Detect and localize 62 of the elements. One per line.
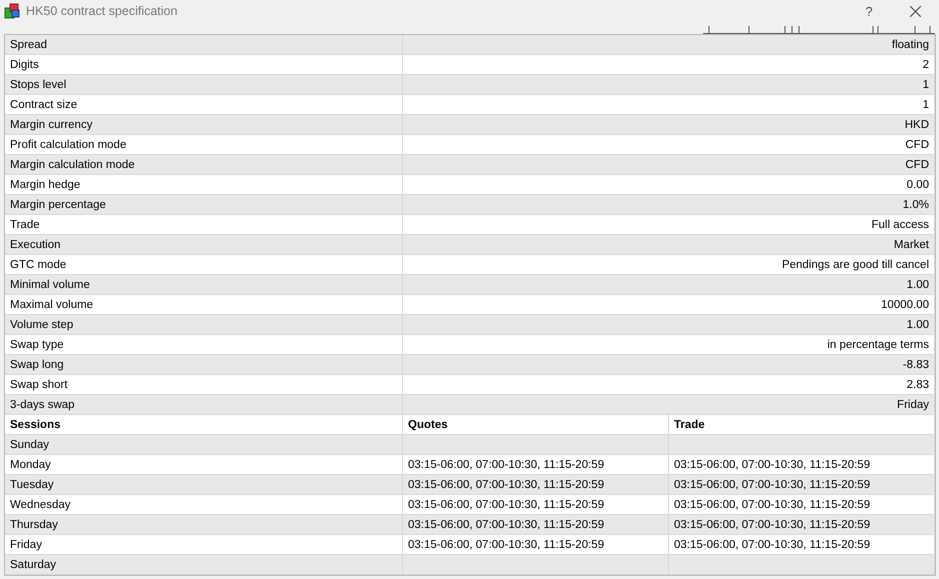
column-header: Trade: [669, 415, 935, 435]
property-value: floating: [403, 35, 935, 55]
property-value: 0.00: [403, 175, 935, 195]
quotes-cell: 03:15-06:00, 07:00-10:30, 11:15-20:59: [403, 455, 669, 475]
property-value: -8.83: [403, 355, 935, 375]
trade-cell: 03:15-06:00, 07:00-10:30, 11:15-20:59: [669, 495, 935, 515]
property-value: Friday: [403, 395, 935, 415]
day-cell: Thursday: [5, 515, 403, 535]
property-name: Contract size: [5, 95, 403, 115]
trade-cell: 03:15-06:00, 07:00-10:30, 11:15-20:59: [669, 475, 935, 495]
property-value: 1.0%: [403, 195, 935, 215]
trade-cell: 03:15-06:00, 07:00-10:30, 11:15-20:59: [669, 455, 935, 475]
property-value: Market: [403, 235, 935, 255]
property-name: Digits: [5, 55, 403, 75]
property-name: Maximal volume: [5, 295, 403, 315]
property-name: Swap short: [5, 375, 403, 395]
property-value: Pendings are good till cancel: [403, 255, 935, 275]
quotes-cell: 03:15-06:00, 07:00-10:30, 11:15-20:59: [403, 515, 669, 535]
window-title: HK50 contract specification: [26, 4, 178, 18]
property-name: Margin percentage: [5, 195, 403, 215]
property-name: Execution: [5, 235, 403, 255]
property-name: Margin hedge: [5, 175, 403, 195]
property-value: Full access: [403, 215, 935, 235]
day-cell: Sunday: [5, 435, 403, 455]
property-value: 1.00: [403, 315, 935, 335]
day-cell: Wednesday: [5, 495, 403, 515]
property-value: 1.00: [403, 275, 935, 295]
property-value: 2.83: [403, 375, 935, 395]
property-value: in percentage terms: [403, 335, 935, 355]
property-value: 1: [403, 75, 935, 95]
property-value: CFD: [403, 135, 935, 155]
column-header: Sessions: [5, 415, 403, 435]
property-name: Margin calculation mode: [5, 155, 403, 175]
property-value: CFD: [403, 155, 935, 175]
app-icon: [4, 3, 20, 19]
property-name: Spread: [5, 35, 403, 55]
day-cell: Friday: [5, 535, 403, 555]
property-name: Trade: [5, 215, 403, 235]
day-cell: Tuesday: [5, 475, 403, 495]
quotes-cell: 03:15-06:00, 07:00-10:30, 11:15-20:59: [403, 475, 669, 495]
column-header: Quotes: [403, 415, 669, 435]
property-name: Stops level: [5, 75, 403, 95]
property-name: Swap type: [5, 335, 403, 355]
quotes-cell: 03:15-06:00, 07:00-10:30, 11:15-20:59: [403, 495, 669, 515]
help-button[interactable]: ?: [849, 0, 889, 22]
property-name: Minimal volume: [5, 275, 403, 295]
day-cell: Saturday: [5, 555, 403, 575]
property-value: 1: [403, 95, 935, 115]
property-name: GTC mode: [5, 255, 403, 275]
trade-cell: 03:15-06:00, 07:00-10:30, 11:15-20:59: [669, 535, 935, 555]
property-name: 3-days swap: [5, 395, 403, 415]
property-value: HKD: [403, 115, 935, 135]
property-name: Swap long: [5, 355, 403, 375]
property-value: 2: [403, 55, 935, 75]
property-name: Volume step: [5, 315, 403, 335]
day-cell: Monday: [5, 455, 403, 475]
trade-cell: 03:15-06:00, 07:00-10:30, 11:15-20:59: [669, 515, 935, 535]
close-icon: [910, 6, 920, 16]
property-name: Profit calculation mode: [5, 135, 403, 155]
property-name: Margin currency: [5, 115, 403, 135]
quotes-cell: 03:15-06:00, 07:00-10:30, 11:15-20:59: [403, 535, 669, 555]
property-value: 10000.00: [403, 295, 935, 315]
